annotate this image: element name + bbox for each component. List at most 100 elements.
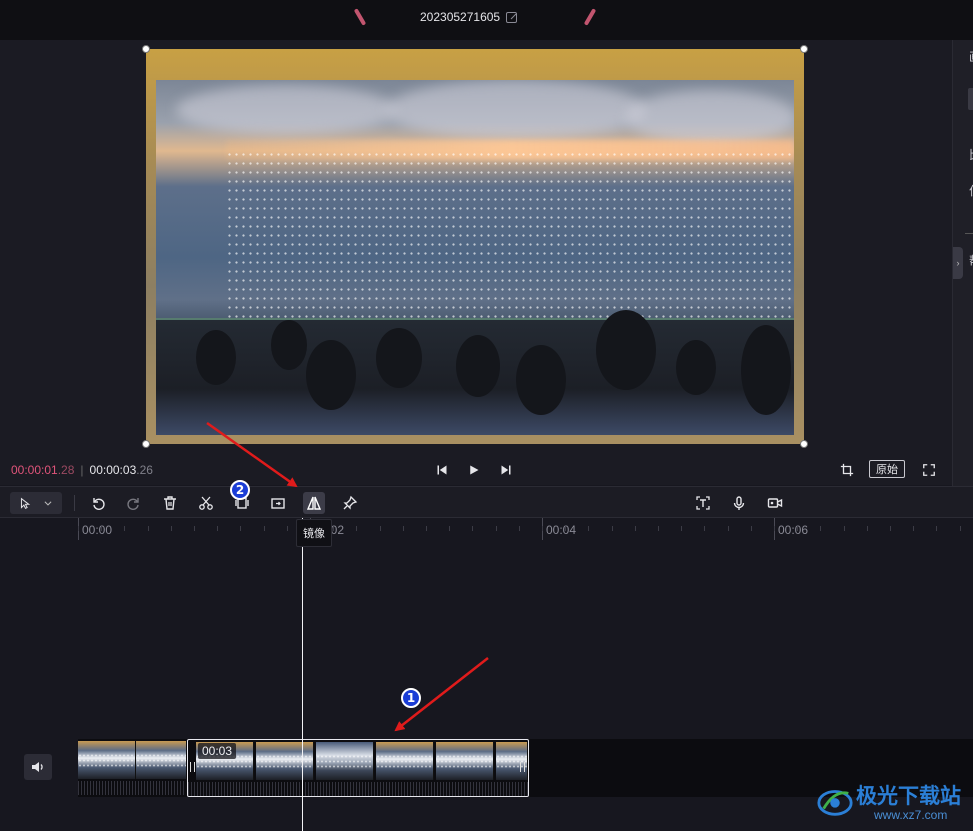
ruler-minor-tick bbox=[542, 526, 543, 531]
ruler-minor-tick bbox=[681, 526, 682, 531]
camera-record-icon[interactable] bbox=[764, 492, 786, 514]
skip-forward-icon[interactable] bbox=[498, 462, 514, 478]
ruler-label: 00:00 bbox=[82, 523, 113, 537]
ruler-minor-tick bbox=[287, 526, 288, 531]
video-preview[interactable] bbox=[142, 45, 808, 448]
panel-label: 比 bbox=[969, 146, 973, 163]
chevron-right-icon[interactable]: › bbox=[953, 247, 963, 279]
chevron-down-icon bbox=[44, 501, 52, 506]
fullscreen-icon[interactable] bbox=[921, 462, 937, 478]
clip-thumbnail bbox=[256, 742, 314, 780]
total-time: 00:00:03 bbox=[89, 463, 137, 477]
video-clip[interactable] bbox=[78, 739, 186, 797]
timecode-separator: | bbox=[80, 463, 84, 477]
ruler-minor-tick bbox=[78, 526, 79, 531]
transport-bar: 00:00:01.28 | 00:00:03.26 原始 bbox=[0, 455, 952, 485]
track-mute-button[interactable] bbox=[24, 754, 52, 780]
ruler-minor-tick bbox=[612, 526, 613, 531]
cloud-shape bbox=[386, 80, 646, 140]
trim-handle-left[interactable] bbox=[190, 762, 195, 772]
ruler-minor-tick bbox=[751, 526, 752, 531]
ruler-minor-tick bbox=[101, 526, 102, 531]
ruler-minor-tick bbox=[797, 526, 798, 531]
ruler-minor-tick bbox=[472, 526, 473, 531]
play-icon[interactable] bbox=[466, 462, 482, 478]
clip-thumbnail bbox=[436, 742, 494, 780]
trim-handle-right[interactable] bbox=[520, 762, 525, 772]
project-title: 202305271605 bbox=[420, 10, 501, 24]
panel-swatch[interactable] bbox=[968, 88, 973, 110]
ruler-minor-tick bbox=[380, 526, 381, 531]
split-icon[interactable] bbox=[195, 492, 217, 514]
site-watermark: 极光下载站 www.xz7.com bbox=[812, 776, 972, 826]
audio-waveform bbox=[188, 782, 528, 796]
clip-thumbnail bbox=[136, 741, 186, 779]
ruler-minor-tick bbox=[890, 526, 891, 531]
mirror-icon[interactable] bbox=[303, 492, 325, 514]
ruler-minor-tick bbox=[171, 526, 172, 531]
crop-icon[interactable] bbox=[839, 462, 855, 478]
step-badge-2: 2 bbox=[230, 480, 250, 500]
resize-handle-bottom-left[interactable] bbox=[142, 440, 150, 448]
speaker-icon bbox=[32, 762, 43, 772]
ruler-minor-tick bbox=[426, 526, 427, 531]
selected-video-clip[interactable]: 00:03 bbox=[187, 739, 529, 797]
clip-thumbnail bbox=[496, 742, 528, 780]
watermark-logo-icon bbox=[817, 790, 853, 816]
skip-back-icon[interactable] bbox=[434, 462, 450, 478]
ruler-minor-tick bbox=[217, 526, 218, 531]
ruler-minor-tick bbox=[148, 526, 149, 531]
step-badge-1: 1 bbox=[401, 688, 421, 708]
ruler-minor-tick bbox=[588, 526, 589, 531]
timecode-display: 00:00:01.28 | 00:00:03.26 bbox=[11, 463, 153, 477]
cloud-shape bbox=[176, 85, 396, 135]
playhead[interactable] bbox=[302, 518, 303, 831]
ruler-minor-tick bbox=[496, 526, 497, 531]
ruler-minor-tick bbox=[820, 526, 821, 531]
resize-handle-bottom-right[interactable] bbox=[800, 440, 808, 448]
ruler-minor-tick bbox=[565, 526, 566, 531]
delete-icon[interactable] bbox=[159, 492, 181, 514]
audio-waveform bbox=[78, 781, 186, 795]
ruler-minor-tick bbox=[844, 526, 845, 531]
ruler-minor-tick bbox=[658, 526, 659, 531]
pin-icon[interactable] bbox=[339, 492, 361, 514]
cloud-shape bbox=[626, 90, 794, 145]
ruler-minor-tick bbox=[635, 526, 636, 531]
text-recognize-icon[interactable] bbox=[692, 492, 714, 514]
redo-icon[interactable] bbox=[123, 492, 145, 514]
ruler-minor-tick bbox=[240, 526, 241, 531]
edit-icon[interactable] bbox=[506, 11, 518, 23]
ruler-minor-tick bbox=[728, 526, 729, 531]
edit-toolbar bbox=[0, 486, 973, 518]
ruler-minor-tick bbox=[194, 526, 195, 531]
decorative-stroke bbox=[353, 8, 367, 26]
ruler-minor-tick bbox=[913, 526, 914, 531]
video-editor-window: 202305271605 › 00:00:01.28 | 00:00:03.26… bbox=[0, 0, 973, 831]
resize-handle-top-left[interactable] bbox=[142, 45, 150, 53]
resize-handle-top-right[interactable] bbox=[800, 45, 808, 53]
microphone-icon[interactable] bbox=[728, 492, 750, 514]
original-ratio-button[interactable]: 原始 bbox=[869, 460, 905, 478]
preview-panel bbox=[0, 40, 952, 455]
undo-icon[interactable] bbox=[87, 492, 109, 514]
ruler-minor-tick bbox=[356, 526, 357, 531]
properties-panel-collapsed: 画 比 位 帮 › bbox=[952, 40, 973, 486]
ruler-minor-tick bbox=[867, 526, 868, 531]
clip-thumbnail bbox=[316, 742, 374, 780]
firework-sparkles bbox=[226, 150, 794, 320]
replace-clip-icon[interactable] bbox=[267, 492, 289, 514]
watermark-brand: 极光下载站 bbox=[856, 784, 961, 808]
ruler-minor-tick bbox=[704, 526, 705, 531]
total-time-frames: .26 bbox=[136, 463, 153, 477]
select-tool-dropdown[interactable] bbox=[10, 492, 62, 514]
ruler-label: 00:04 bbox=[546, 523, 577, 537]
clip-duration-label: 00:03 bbox=[198, 743, 237, 759]
project-title-group[interactable]: 202305271605 bbox=[420, 10, 518, 24]
cursor-icon bbox=[21, 497, 31, 509]
video-frame-image bbox=[156, 80, 794, 435]
ruler-minor-tick bbox=[403, 526, 404, 531]
ruler-minor-tick bbox=[124, 526, 125, 531]
current-time: 00:00:01 bbox=[11, 463, 58, 477]
timeline-ruler[interactable]: 00:00 00:02 00:04 00:06 bbox=[0, 518, 973, 548]
